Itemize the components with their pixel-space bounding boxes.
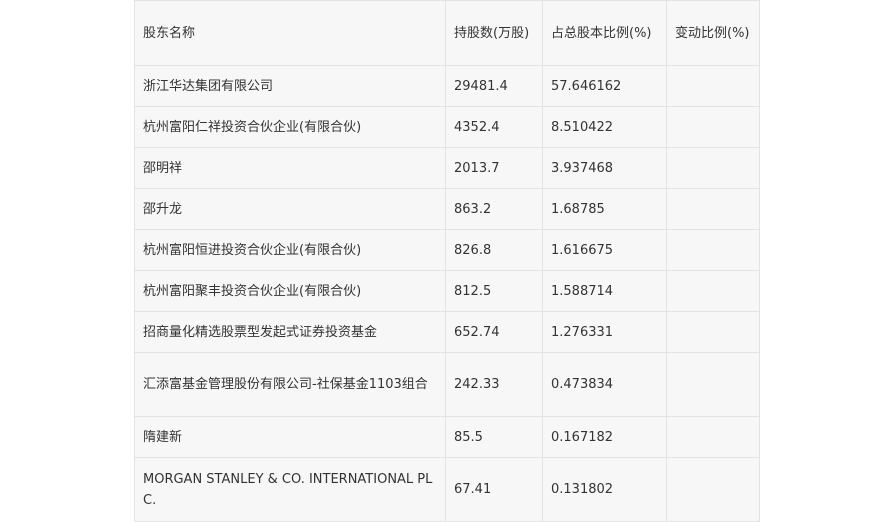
cell-shares: 863.2 xyxy=(445,188,543,230)
table-row: 浙江华达集团有限公司 29481.4 57.646162 xyxy=(134,65,760,107)
cell-name: 杭州富阳聚丰投资合伙企业(有限合伙) xyxy=(134,270,446,312)
cell-change xyxy=(666,229,760,271)
cell-ratio: 8.510422 xyxy=(542,106,667,148)
table-row: 邵明祥 2013.7 3.937468 xyxy=(134,147,760,189)
cell-change xyxy=(666,106,760,148)
header-shareholder-name: 股东名称 xyxy=(134,0,446,66)
cell-name: 浙江华达集团有限公司 xyxy=(134,65,446,107)
cell-change xyxy=(666,65,760,107)
cell-name: MORGAN STANLEY & CO. INTERNATIONAL PLC. xyxy=(134,457,446,522)
header-shares: 持股数(万股) xyxy=(445,0,543,66)
shareholder-table: 股东名称 持股数(万股) 占总股本比例(%) 变动比例(%) 浙江华达集团有限公… xyxy=(134,0,760,522)
cell-ratio: 57.646162 xyxy=(542,65,667,107)
cell-change xyxy=(666,457,760,522)
table-row: 邵升龙 863.2 1.68785 xyxy=(134,188,760,230)
cell-ratio: 1.588714 xyxy=(542,270,667,312)
cell-ratio: 3.937468 xyxy=(542,147,667,189)
cell-name: 邵升龙 xyxy=(134,188,446,230)
cell-shares: 2013.7 xyxy=(445,147,543,189)
table-row: 杭州富阳仁祥投资合伙企业(有限合伙) 4352.4 8.510422 xyxy=(134,106,760,148)
cell-change xyxy=(666,188,760,230)
cell-shares: 826.8 xyxy=(445,229,543,271)
cell-name: 杭州富阳恒进投资合伙企业(有限合伙) xyxy=(134,229,446,271)
cell-ratio: 1.68785 xyxy=(542,188,667,230)
cell-name: 邵明祥 xyxy=(134,147,446,189)
cell-name: 杭州富阳仁祥投资合伙企业(有限合伙) xyxy=(134,106,446,148)
shareholder-table-container: 股东名称 持股数(万股) 占总股本比例(%) 变动比例(%) 浙江华达集团有限公… xyxy=(134,0,760,522)
table-row: MORGAN STANLEY & CO. INTERNATIONAL PLC. … xyxy=(134,457,760,522)
header-ratio: 占总股本比例(%) xyxy=(542,0,667,66)
cell-ratio: 1.276331 xyxy=(542,311,667,353)
cell-ratio: 0.167182 xyxy=(542,416,667,458)
table-row: 隋建新 85.5 0.167182 xyxy=(134,416,760,458)
cell-shares: 4352.4 xyxy=(445,106,543,148)
cell-change xyxy=(666,311,760,353)
table-header-row: 股东名称 持股数(万股) 占总股本比例(%) 变动比例(%) xyxy=(134,0,760,66)
cell-change xyxy=(666,270,760,312)
cell-shares: 652.74 xyxy=(445,311,543,353)
cell-change xyxy=(666,416,760,458)
cell-change xyxy=(666,147,760,189)
table-row: 招商量化精选股票型发起式证券投资基金 652.74 1.276331 xyxy=(134,311,760,353)
cell-change xyxy=(666,352,760,417)
cell-name: 汇添富基金管理股份有限公司-社保基金1103组合 xyxy=(134,352,446,417)
table-row: 杭州富阳恒进投资合伙企业(有限合伙) 826.8 1.616675 xyxy=(134,229,760,271)
cell-ratio: 0.473834 xyxy=(542,352,667,417)
table-row: 汇添富基金管理股份有限公司-社保基金1103组合 242.33 0.473834 xyxy=(134,352,760,417)
cell-shares: 242.33 xyxy=(445,352,543,417)
cell-name: 招商量化精选股票型发起式证券投资基金 xyxy=(134,311,446,353)
table-row: 杭州富阳聚丰投资合伙企业(有限合伙) 812.5 1.588714 xyxy=(134,270,760,312)
cell-shares: 85.5 xyxy=(445,416,543,458)
cell-ratio: 1.616675 xyxy=(542,229,667,271)
cell-shares: 29481.4 xyxy=(445,65,543,107)
cell-shares: 67.41 xyxy=(445,457,543,522)
cell-name: 隋建新 xyxy=(134,416,446,458)
header-change: 变动比例(%) xyxy=(666,0,760,66)
cell-ratio: 0.131802 xyxy=(542,457,667,522)
cell-shares: 812.5 xyxy=(445,270,543,312)
